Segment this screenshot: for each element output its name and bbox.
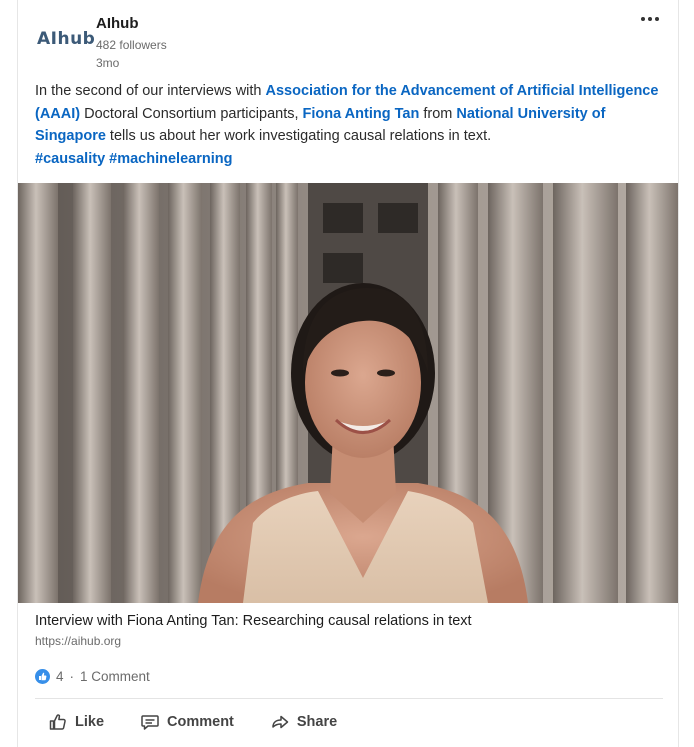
post-text-segment: Doctoral Consortium participants,: [80, 105, 303, 122]
thumbs-up-icon: [39, 672, 47, 681]
post-time: 3mo: [96, 56, 120, 70]
action-bar: Like Comment Share: [48, 708, 337, 736]
post-header: AIhub AIhub 482 followers 3mo: [18, 0, 678, 76]
more-dot-icon: [648, 17, 652, 21]
link-preview-url: https://aihub.org: [35, 634, 122, 648]
author-name[interactable]: AIhub: [96, 15, 139, 32]
post-card: AIhub AIhub 482 followers 3mo In the sec…: [17, 0, 679, 747]
comment-button[interactable]: Comment: [140, 708, 234, 736]
hashtags-link[interactable]: #causality #machinelearning: [35, 151, 232, 167]
mention-fiona-link[interactable]: Fiona Anting Tan: [303, 106, 420, 122]
share-label: Share: [296, 714, 338, 730]
more-options-button[interactable]: [636, 9, 664, 29]
portrait-image: [18, 183, 678, 603]
company-logo[interactable]: AIhub: [37, 27, 95, 51]
follower-count: 482 followers: [96, 38, 167, 52]
link-preview-title[interactable]: Interview with Fiona Anting Tan: Researc…: [35, 613, 472, 629]
more-dot-icon: [655, 17, 659, 21]
post-photo[interactable]: [18, 183, 678, 603]
social-counts: 4 · 1 Comment: [35, 669, 150, 684]
comment-label: Comment: [167, 714, 234, 730]
count-separator: ·: [69, 669, 75, 684]
like-reaction-icon: [35, 669, 50, 684]
reaction-count[interactable]: 4: [56, 669, 64, 684]
thumbs-up-icon: [49, 714, 66, 730]
like-label: Like: [75, 714, 105, 730]
comment-count-link[interactable]: 1 Comment: [80, 669, 150, 684]
post-body: In the second of our interviews with Ass…: [35, 80, 661, 170]
post-text-segment: tells us about her work investigating ca…: [105, 128, 492, 144]
share-arrow-icon: [272, 715, 289, 729]
post-text-segment: from: [419, 105, 457, 122]
action-divider: [35, 698, 663, 699]
more-dot-icon: [641, 17, 645, 21]
post-text-segment: In the second of our interviews with: [35, 83, 266, 99]
share-button[interactable]: Share: [270, 708, 337, 736]
like-button[interactable]: Like: [48, 708, 104, 736]
comment-icon: [141, 715, 159, 730]
